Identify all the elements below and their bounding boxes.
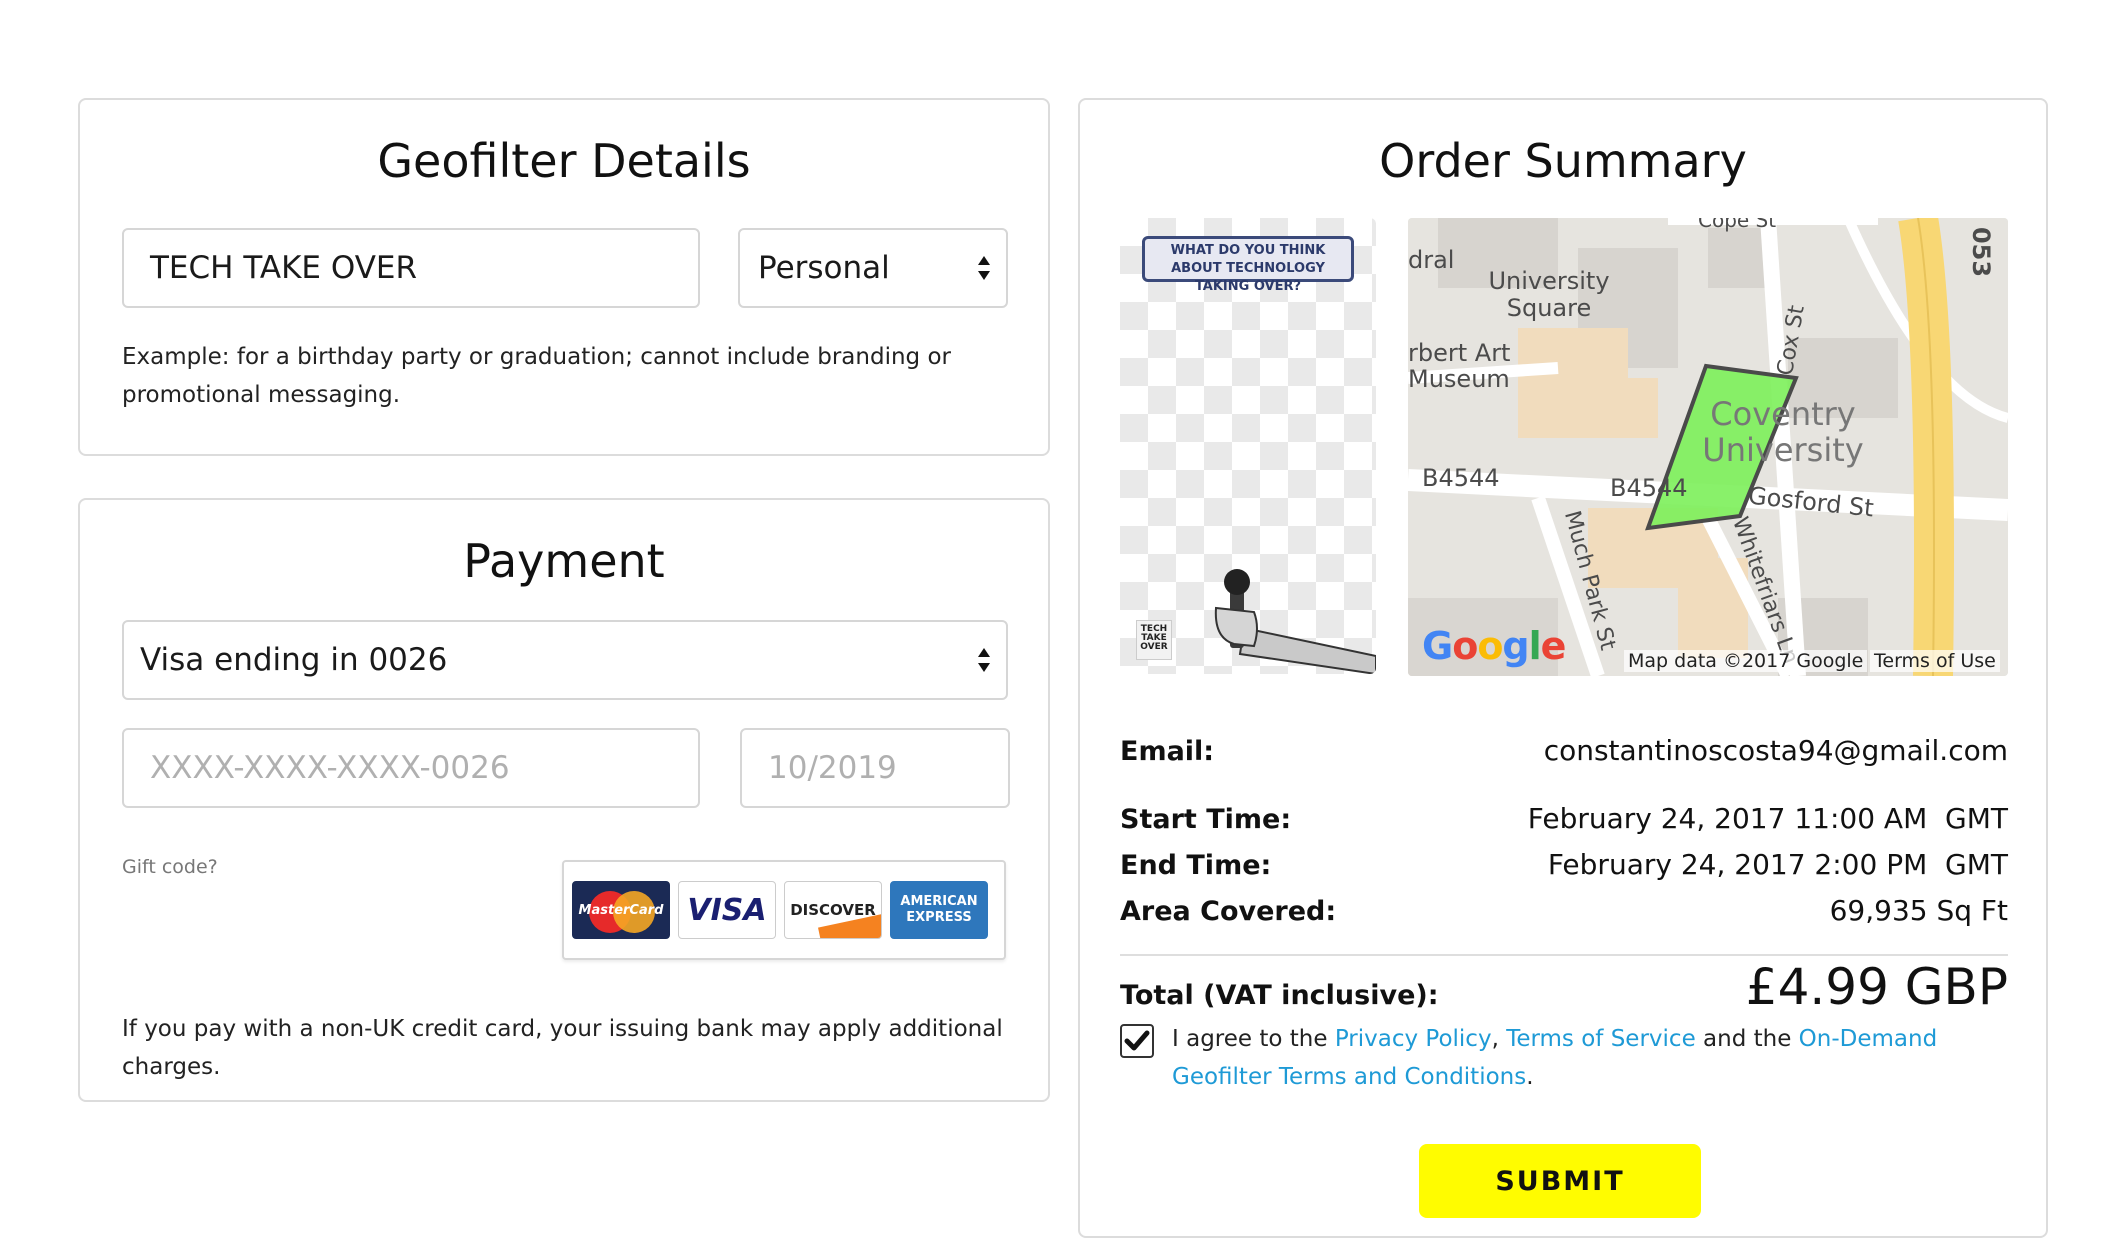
payment-title: Payment: [463, 534, 665, 588]
total-label: Total (VAT inclusive):: [1120, 980, 1439, 1011]
map-attribution: Map data ©2017 Google: [1624, 650, 1868, 672]
agree-prefix: I agree to the: [1172, 1026, 1335, 1052]
mastercard-label: MasterCard: [578, 902, 664, 918]
geofilter-name-input[interactable]: TECH TAKE OVER: [122, 228, 700, 308]
visa-label: VISA: [687, 892, 767, 928]
map-label-b4544-west: B4544: [1422, 464, 1500, 492]
geofilter-details-title: Geofilter Details: [377, 134, 751, 188]
microphone-hand-icon: [1214, 569, 1376, 674]
geofilter-details-card: Geofilter Details TECH TAKE OVER Persona…: [78, 98, 1050, 456]
start-time-label: Start Time:: [1120, 804, 1292, 835]
preview-banner-text: WHAT DO YOU THINK ABOUT TECHNOLOGY TAKIN…: [1142, 236, 1354, 294]
amex-label: AMERICAN EXPRESS: [900, 894, 978, 925]
geofilter-preview: WHAT DO YOU THINK ABOUT TECHNOLOGY TAKIN…: [1120, 218, 1376, 674]
order-summary-card: Order Summary WHAT DO YOU THINK ABOUT TE…: [1078, 98, 2048, 1238]
select-arrows-icon: [978, 648, 990, 672]
end-time-label: End Time:: [1120, 850, 1272, 881]
total-value: £4.99 GBP: [1745, 958, 2008, 1016]
agree-period: .: [1526, 1064, 1534, 1090]
map-label-university-square: University Square: [1488, 267, 1610, 322]
area-covered-value: 69,935 Sq Ft: [1829, 894, 2008, 927]
terms-of-service-link[interactable]: Terms of Service: [1506, 1026, 1696, 1052]
map-terms-link[interactable]: Terms of Use: [1870, 650, 2000, 672]
terms-agree-text: I agree to the Privacy Policy, Terms of …: [1172, 1020, 1972, 1096]
map-label-dral: dral: [1408, 246, 1455, 274]
foreign-card-notice: If you pay with a non-UK credit card, yo…: [122, 1016, 1003, 1080]
checkmark-icon: [1124, 1030, 1150, 1051]
saved-card-select[interactable]: Visa ending in 0026: [122, 620, 1008, 700]
area-covered-label: Area Covered:: [1120, 896, 1337, 927]
mastercard-icon: MasterCard: [572, 881, 670, 939]
privacy-policy-link[interactable]: Privacy Policy: [1335, 1026, 1492, 1052]
terms-agree-checkbox[interactable]: [1120, 1024, 1154, 1058]
geofilter-type-select[interactable]: Personal: [738, 228, 1008, 308]
gift-code-link[interactable]: Gift code?: [122, 856, 218, 878]
american-express-icon: AMERICAN EXPRESS: [890, 881, 988, 939]
map-label-herbert-art-museum: rbert Art Museum: [1408, 339, 1511, 393]
google-logo[interactable]: Google: [1422, 624, 1566, 668]
agree-comma: ,: [1491, 1026, 1507, 1052]
payment-card: Payment Visa ending in 0026 XXXX-XXXX-XX…: [78, 498, 1050, 1102]
email-value: constantinoscosta94@gmail.com: [1543, 734, 2008, 767]
map-label-b4544-center: B4544: [1610, 474, 1688, 502]
accepted-cards-strip: MasterCard VISA DISCOVER AMERICAN EXPRES…: [562, 860, 1006, 960]
discover-icon: DISCOVER: [784, 881, 882, 939]
order-summary-title: Order Summary: [1379, 134, 1747, 188]
discover-label: DISCOVER: [790, 901, 876, 919]
select-arrows-icon: [978, 256, 990, 280]
map-label-coventry-university: Coventry University: [1702, 395, 1864, 469]
end-time-value: February 24, 2017 2:00 PM GMT: [1547, 848, 2008, 881]
email-label: Email:: [1120, 736, 1215, 767]
total-divider: [1120, 954, 2008, 956]
card-number-input[interactable]: XXXX-XXXX-XXXX-0026: [122, 728, 700, 808]
map-label-053: 053: [1967, 226, 1996, 278]
visa-icon: VISA: [678, 881, 776, 939]
preview-logo: TECH TAKE OVER: [1136, 620, 1172, 660]
start-time-value: February 24, 2017 11:00 AM GMT: [1527, 802, 2008, 835]
agree-and-the: and the: [1695, 1026, 1799, 1052]
geofilter-example-text: Example: for a birthday party or graduat…: [122, 344, 951, 408]
map-label-cope-st: Cope St: [1698, 218, 1777, 232]
card-expiry-input[interactable]: 10/2019: [740, 728, 1010, 808]
saved-card-value: Visa ending in 0026: [140, 642, 448, 678]
submit-button[interactable]: SUBMIT: [1419, 1144, 1701, 1218]
geofilter-type-value: Personal: [758, 250, 890, 286]
geofence-map[interactable]: Cope St 053 dral University Square rbert…: [1408, 218, 2008, 676]
